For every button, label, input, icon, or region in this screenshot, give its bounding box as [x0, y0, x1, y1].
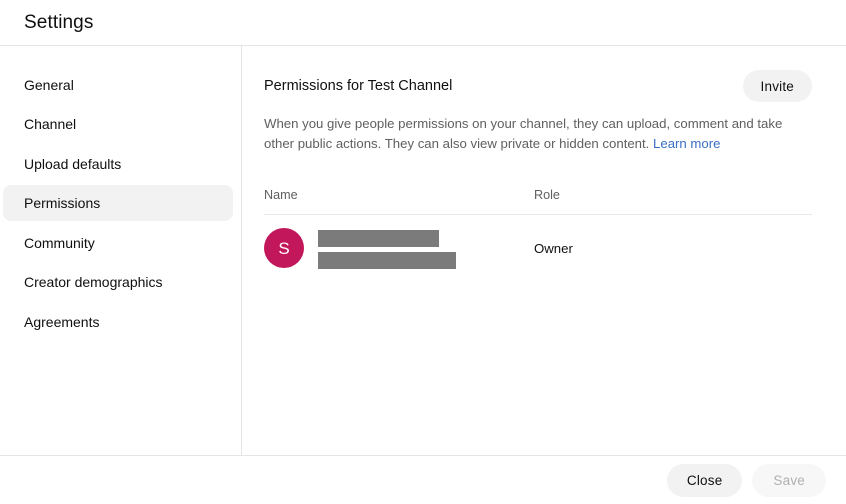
- sidebar-item-label: General: [24, 76, 74, 93]
- page-title: Settings: [24, 12, 94, 33]
- dialog-header: Settings: [0, 0, 846, 46]
- sidebar-item-upload-defaults[interactable]: Upload defaults: [3, 146, 233, 182]
- dialog-footer: Close Save: [0, 455, 846, 504]
- settings-dialog: Settings General Channel Upload defaults…: [0, 0, 846, 504]
- cell-role: Owner: [534, 240, 573, 256]
- settings-sidebar: General Channel Upload defaults Permissi…: [0, 46, 242, 455]
- panel-header: Permissions for Test Channel Invite: [264, 68, 812, 102]
- table-header-row: Name Role: [264, 188, 812, 215]
- redaction-bar: [318, 229, 439, 247]
- table-row[interactable]: S Owner: [264, 215, 812, 277]
- sidebar-item-label: Permissions: [24, 195, 101, 211]
- permissions-table: Name Role S Owner: [264, 188, 812, 277]
- sidebar-item-community[interactable]: Community: [3, 225, 233, 261]
- section-title: Permissions for Test Channel: [264, 78, 453, 94]
- invite-button[interactable]: Invite: [742, 70, 812, 102]
- dialog-body: General Channel Upload defaults Permissi…: [0, 46, 846, 455]
- redaction-bar: [318, 251, 456, 269]
- permissions-panel: Permissions for Test Channel Invite When…: [242, 46, 846, 455]
- sidebar-item-label: Creator demographics: [24, 274, 163, 290]
- column-header-role: Role: [534, 188, 560, 202]
- redacted-name: [318, 228, 456, 269]
- save-button[interactable]: Save: [752, 463, 826, 497]
- column-header-name: Name: [264, 188, 298, 202]
- close-button[interactable]: Close: [666, 463, 743, 497]
- sidebar-item-general[interactable]: General: [3, 67, 233, 103]
- sidebar-item-permissions[interactable]: Permissions: [3, 185, 233, 221]
- sidebar-item-label: Upload defaults: [24, 155, 122, 172]
- sidebar-item-channel[interactable]: Channel: [3, 106, 233, 142]
- sidebar-item-creator-demographics[interactable]: Creator demographics: [3, 264, 233, 300]
- sidebar-item-label: Agreements: [24, 313, 100, 330]
- sidebar-item-label: Community: [24, 234, 95, 251]
- learn-more-link[interactable]: Learn more: [653, 136, 720, 151]
- sidebar-item-label: Channel: [24, 116, 77, 132]
- sidebar-item-agreements[interactable]: Agreements: [3, 304, 233, 340]
- permissions-description: When you give people permissions on your…: [264, 114, 812, 154]
- cell-name: S: [264, 228, 534, 269]
- avatar: S: [264, 228, 304, 268]
